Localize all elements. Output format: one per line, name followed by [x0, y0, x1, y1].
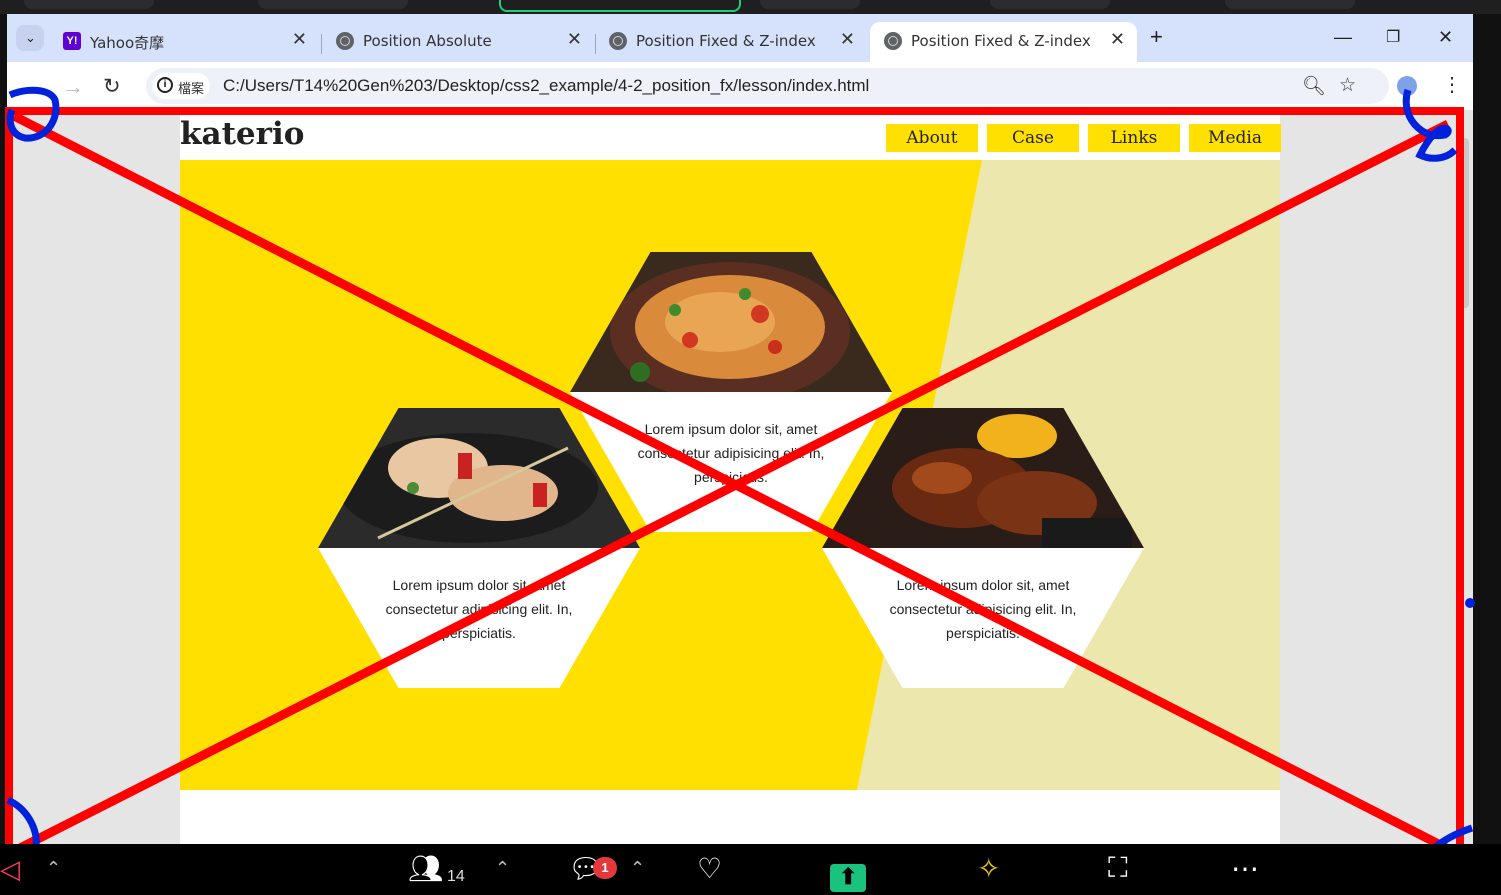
ai-sparkle-icon[interactable]: ✧: [977, 852, 1000, 885]
tab-strip: ⌄ Y! Yahoo奇摩 ✕ Position Absolute ✕ Posit…: [7, 14, 1473, 62]
tab-position-absolute[interactable]: Position Absolute ✕: [322, 22, 594, 62]
more-options-icon[interactable]: ⋯: [1231, 852, 1259, 885]
browser-toolbar: ← → ↻ i 檔案 C:/Users/T14%20Gen%203/Deskto…: [7, 62, 1473, 110]
forward-icon[interactable]: →: [62, 74, 84, 100]
tab-search-button[interactable]: ⌄: [16, 25, 44, 51]
tab-position-fixed[interactable]: Position Fixed & Z-index ✕: [595, 22, 867, 62]
minimize-icon[interactable]: —: [1334, 27, 1352, 48]
profile-avatar[interactable]: [1397, 76, 1417, 96]
globe-icon: [884, 32, 902, 50]
info-icon: i: [157, 77, 173, 93]
strip-segment: [258, 0, 408, 9]
address-bar[interactable]: i 檔案 C:/Users/T14%20Gen%203/Desktop/css2…: [146, 68, 1389, 104]
reactions-heart-icon[interactable]: ♡: [697, 852, 722, 885]
apps-icon[interactable]: ⛶: [1108, 852, 1128, 885]
nav-about[interactable]: About: [886, 124, 978, 152]
nav-media[interactable]: Media: [1189, 124, 1281, 152]
chevron-down-icon: ⌄: [25, 30, 36, 45]
strip-segment: [990, 0, 1110, 9]
chat-badge: 1: [593, 857, 617, 879]
nav-links[interactable]: Links: [1088, 124, 1180, 152]
page-scrollbar[interactable]: [1461, 138, 1469, 308]
tab-label: Position Fixed & Z-index: [636, 32, 816, 50]
globe-icon: [336, 32, 354, 50]
close-window-icon[interactable]: ✕: [1438, 27, 1453, 48]
browser-window: ⌄ Y! Yahoo奇摩 ✕ Position Absolute ✕ Posit…: [7, 14, 1473, 844]
more-menu-icon[interactable]: ⋮: [1442, 72, 1462, 97]
screen-share-strip: [0, 0, 1501, 14]
tab-yahoo[interactable]: Y! Yahoo奇摩 ✕: [49, 22, 319, 62]
site-header: katerio About Case Links Media: [180, 110, 1281, 160]
url-text[interactable]: C:/Users/T14%20Gen%203/Desktop/css2_exam…: [223, 76, 869, 96]
tab-position-fixed-active[interactable]: Position Fixed & Z-index ✕: [870, 22, 1137, 62]
page-viewport: katerio About Case Links Media Lorem ips…: [7, 110, 1473, 844]
chevron-up-icon[interactable]: ⌃: [630, 858, 645, 879]
new-tab-button[interactable]: +: [1150, 24, 1163, 50]
chevron-up-icon[interactable]: ⌃: [495, 858, 510, 879]
zoom-icon[interactable]: 🔍︎: [1302, 74, 1326, 98]
reload-icon[interactable]: ↻: [103, 74, 121, 99]
card-caption: Lorem ipsum dolor sit, amet consectetur …: [889, 577, 1077, 641]
tab-label: Yahoo奇摩: [90, 34, 165, 52]
scheme-label: 檔案: [178, 82, 205, 97]
tab-label: Position Absolute: [363, 32, 492, 50]
strip-active-window: [499, 0, 741, 12]
share-screen-button[interactable]: ⬆: [830, 864, 866, 892]
globe-icon: [609, 32, 627, 50]
page-content-area: [180, 790, 1280, 844]
card-caption: Lorem ipsum dolor sit, amet consectetur …: [637, 421, 825, 485]
close-tab-icon[interactable]: ✕: [840, 29, 855, 50]
hero-section: Lorem ipsum dolor sit, amet consectetur …: [180, 160, 1280, 790]
bookmark-star-icon[interactable]: ☆: [1339, 74, 1356, 97]
strip-segment: [1225, 0, 1355, 9]
nav-case[interactable]: Case: [987, 124, 1079, 152]
site-logo[interactable]: katerio: [180, 116, 304, 152]
card-caption: Lorem ipsum dolor sit, amet consectetur …: [385, 577, 573, 641]
back-icon[interactable]: ←: [19, 74, 41, 100]
mute-icon[interactable]: ◁: [0, 854, 20, 885]
strip-segment: [24, 0, 154, 9]
site-info-chip[interactable]: i 檔案: [152, 73, 210, 99]
participants-icon[interactable]: 👥︎: [408, 852, 444, 885]
close-tab-icon[interactable]: ✕: [1110, 29, 1125, 50]
meeting-control-bar: ◁ ⌃ 👥︎ 14 ⌃ 💬︎ 1 ⌃ ♡ ⬆ ✧ ⛶ ⋯: [0, 844, 1501, 895]
strip-segment: [760, 0, 860, 9]
restore-icon[interactable]: ❐: [1386, 27, 1400, 47]
yahoo-icon: Y!: [63, 32, 81, 50]
close-tab-icon[interactable]: ✕: [292, 29, 307, 50]
chevron-up-icon[interactable]: ⌃: [46, 858, 61, 879]
share-arrow-icon: ⬆: [839, 864, 858, 889]
close-tab-icon[interactable]: ✕: [567, 29, 582, 50]
participants-count: 14: [447, 868, 465, 885]
tab-label: Position Fixed & Z-index: [911, 32, 1091, 50]
